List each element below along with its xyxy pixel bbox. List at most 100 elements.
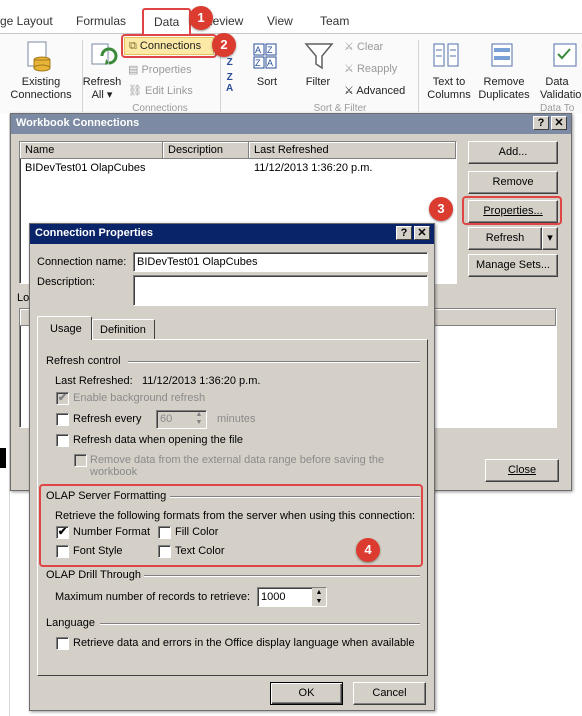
data-validation-label-2: Validatio <box>540 89 582 101</box>
refresh-on-open-label: Refresh data when opening the file <box>73 434 244 446</box>
help-button[interactable]: ? <box>396 226 412 240</box>
step-badge-3: 3 <box>429 197 453 221</box>
svg-text:Z: Z <box>255 58 261 68</box>
refresh-every-stepper[interactable]: 60 ▲ ▼ <box>156 410 207 429</box>
table-row[interactable]: BIDevTest01 OlapCubes 11/12/2013 1:36:20… <box>20 160 456 177</box>
workbook-connections-title: Workbook Connections <box>16 117 140 129</box>
text-to-columns-button[interactable]: Text to Columns <box>424 76 474 102</box>
chevron-down-icon: ▾ <box>547 232 553 244</box>
remove-data-checkbox <box>74 454 87 467</box>
tab-view[interactable]: View <box>267 14 293 28</box>
tab-usage-label: Usage <box>50 323 82 335</box>
clear-icon: ⚔ <box>344 41 354 53</box>
refresh-on-open-checkbox[interactable] <box>56 434 69 447</box>
tab-formulas[interactable]: Formulas <box>76 14 126 28</box>
advanced-label: Advanced <box>356 85 406 97</box>
remove-duplicates-button[interactable]: Remove Duplicates <box>474 76 534 102</box>
data-validation-button[interactable]: Data Validatio <box>540 76 582 102</box>
cancel-button-label: Cancel <box>372 687 407 699</box>
worksheet-cell-marker <box>0 448 6 468</box>
advanced-button[interactable]: ⚔ Advanced <box>344 85 405 98</box>
connection-name-field[interactable]: BIDevTest01 OlapCubes <box>133 252 428 272</box>
max-records-label: Maximum number of records to retrieve: <box>55 591 251 603</box>
cancel-button[interactable]: Cancel <box>353 682 426 705</box>
step-badge-2: 2 <box>212 33 236 57</box>
stepper-up-icon[interactable]: ▲ <box>312 588 326 597</box>
sort-button[interactable]: Sort <box>250 76 284 89</box>
remove-data-label-2: workbook <box>90 466 138 478</box>
remove-duplicates-icon <box>491 43 513 67</box>
worksheet-background <box>0 114 10 716</box>
remove-button[interactable]: Remove <box>468 171 558 194</box>
connection-last-refreshed-cell: 11/12/2013 1:36:20 p.m. <box>254 162 373 174</box>
refresh-every-checkbox[interactable] <box>56 413 69 426</box>
reapply-label: Reapply <box>356 63 398 75</box>
divider <box>100 623 420 625</box>
reapply-icon: ⚔ <box>344 63 354 75</box>
sort-za-icon[interactable]: ZA <box>226 72 233 94</box>
close-icon[interactable]: ✕ <box>551 116 567 130</box>
connections-highlight <box>121 34 217 58</box>
enable-background-refresh-label: Enable background refresh <box>73 392 206 404</box>
last-refreshed-label: Last Refreshed: <box>55 375 133 387</box>
close-button[interactable]: Close <box>485 459 559 482</box>
tab-page-layout[interactable]: ge Layout <box>0 14 53 28</box>
stepper-down-icon[interactable]: ▼ <box>192 419 206 427</box>
ok-button[interactable]: OK <box>270 682 343 705</box>
connection-properties-dialog: Connection Properties ? ✕ Connection nam… <box>29 223 435 711</box>
filter-icon <box>304 43 334 70</box>
clear-label: Clear <box>356 41 384 53</box>
refresh-every-label: Refresh every <box>73 413 142 425</box>
reapply-button: ⚔ Reapply <box>344 63 397 76</box>
language-heading: Language <box>46 617 95 629</box>
retrieve-language-label: Retrieve data and errors in the Office d… <box>73 637 415 649</box>
column-header-name[interactable]: Name <box>20 142 163 159</box>
stepper-down-icon[interactable]: ▼ <box>312 597 326 606</box>
text-to-columns-icon <box>433 43 459 67</box>
max-records-value: 1000 <box>261 591 286 603</box>
existing-connections-icon <box>27 41 51 72</box>
remove-duplicates-label-2: Duplicates <box>478 89 530 101</box>
edit-links-label: Edit Links <box>145 85 193 97</box>
refresh-button[interactable]: Refresh <box>468 227 542 250</box>
properties-icon: ▤ <box>128 64 139 76</box>
data-validation-icon <box>553 43 577 67</box>
remove-data-label: Remove data from the external data range… <box>90 454 384 478</box>
description-field[interactable] <box>133 275 428 306</box>
data-validation-label-1: Data <box>545 76 569 88</box>
column-header-last-refreshed[interactable]: Last Refreshed <box>249 142 456 159</box>
clear-button: ⚔ Clear <box>344 41 383 54</box>
remove-data-label-1: Remove data from the external data range… <box>90 454 385 466</box>
connection-properties-titlebar: Connection Properties <box>30 224 434 244</box>
existing-connections-label-1: Existing <box>21 76 61 88</box>
manage-sets-button[interactable]: Manage Sets... <box>468 254 558 277</box>
column-header-description[interactable]: Description <box>163 142 249 159</box>
add-button[interactable]: Add... <box>468 141 558 164</box>
existing-connections-button[interactable]: Existing Connections <box>2 76 80 102</box>
description-label: Description: <box>37 276 96 288</box>
chevron-down-icon: ▾ <box>106 89 113 101</box>
advanced-filter-icon: ⚔ <box>344 85 354 97</box>
tab-team[interactable]: Team <box>320 14 349 28</box>
enable-background-refresh-checkbox: ✔ <box>56 392 69 405</box>
retrieve-language-checkbox[interactable] <box>56 637 69 650</box>
stepper-up-icon[interactable]: ▲ <box>192 411 206 419</box>
locations-label: Lo <box>17 292 30 304</box>
connection-name-label: Connection name: <box>37 256 127 268</box>
tab-data[interactable]: Data <box>142 8 192 35</box>
last-refreshed-value: 11/12/2013 1:36:20 p.m. <box>142 375 261 387</box>
filter-button[interactable]: Filter <box>298 76 338 89</box>
tab-definition[interactable]: Definition <box>92 319 155 339</box>
max-records-stepper[interactable]: 1000 ▲ ▼ <box>257 587 327 607</box>
edit-links-button: ⛓ Edit Links <box>128 85 193 98</box>
ok-button-label: OK <box>298 687 315 699</box>
olap-drill-heading: OLAP Drill Through <box>46 569 141 581</box>
tab-usage[interactable]: Usage <box>37 316 92 340</box>
svg-text:Z: Z <box>267 45 273 55</box>
help-button[interactable]: ? <box>533 116 549 130</box>
properties-button-label: Properties <box>141 64 192 76</box>
close-icon[interactable]: ✕ <box>414 226 430 240</box>
refresh-all-button[interactable]: Refresh All ▾ <box>82 76 122 102</box>
refresh-dropdown-button[interactable]: ▾ <box>542 227 558 250</box>
ribbon-separator <box>418 40 419 112</box>
